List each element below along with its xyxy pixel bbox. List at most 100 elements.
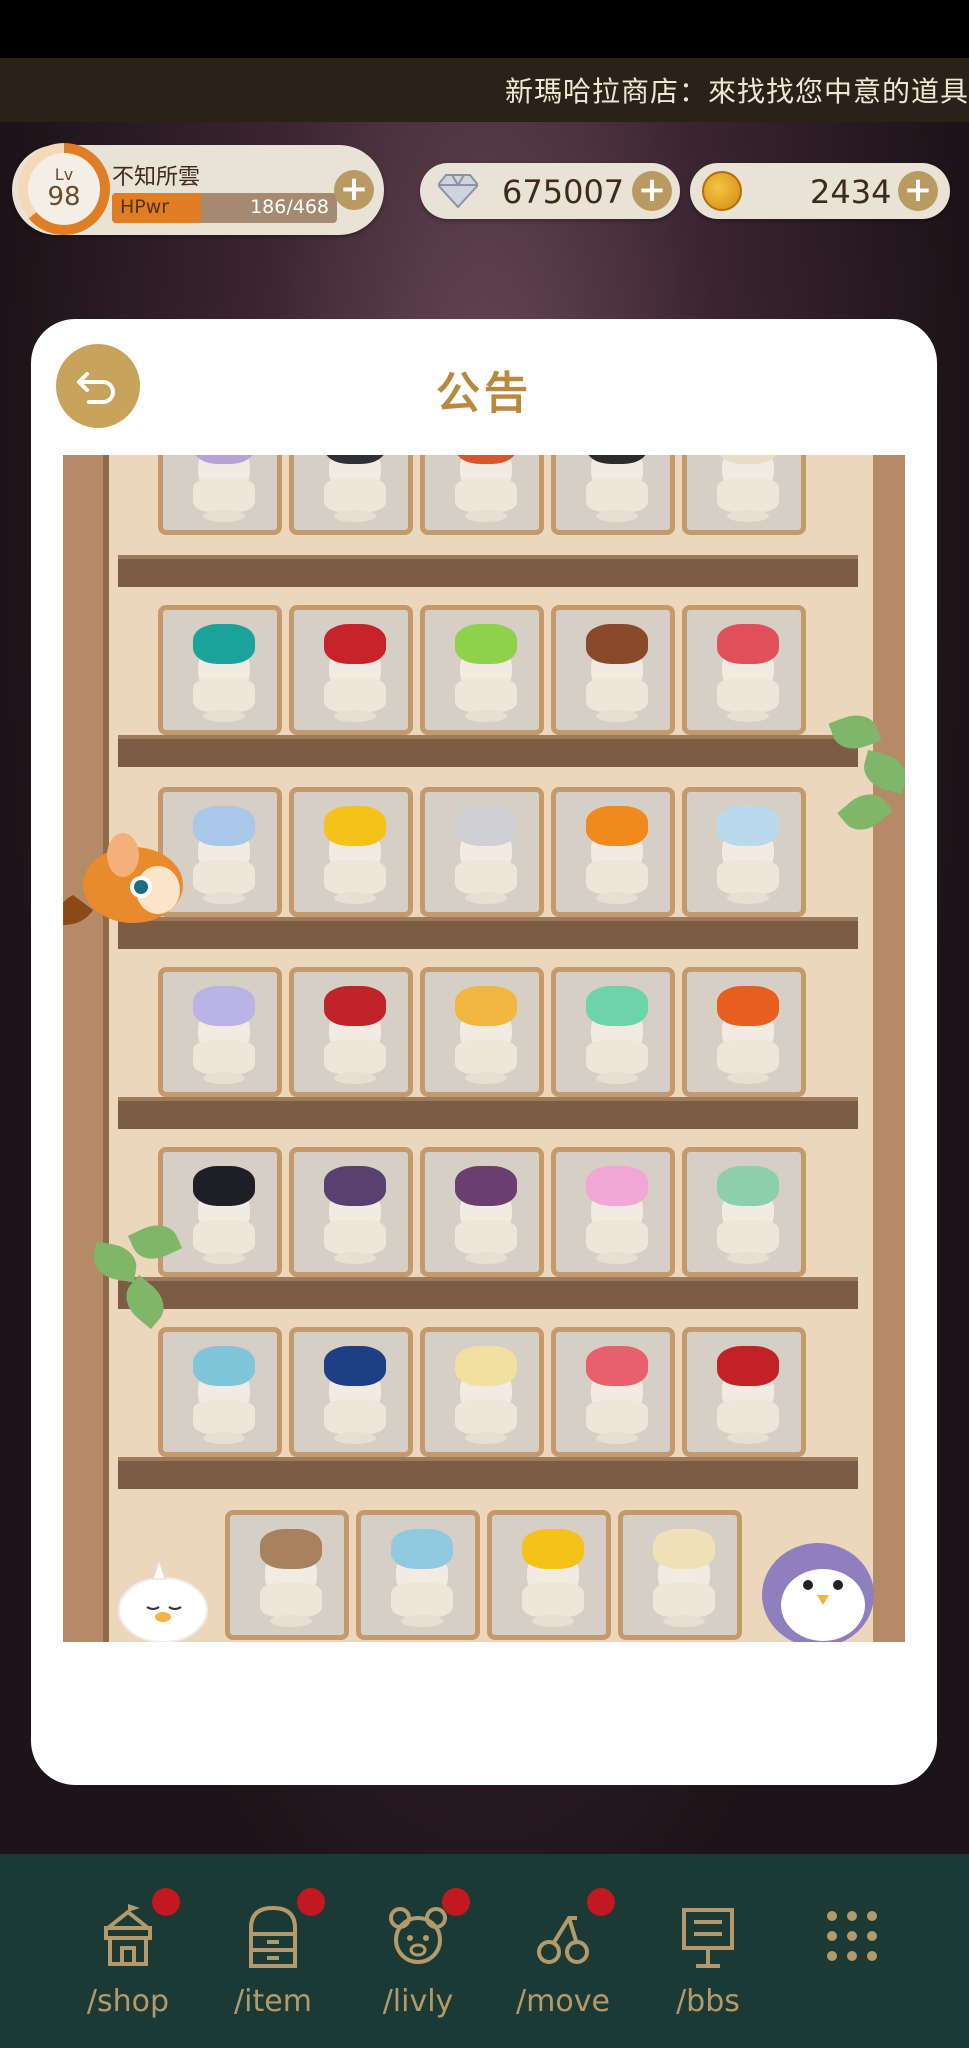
pet-figure [324, 1346, 386, 1386]
add-coins-button[interactable]: + [898, 171, 938, 211]
pedestal [455, 860, 517, 894]
pedestal [193, 1220, 255, 1254]
pet-display-box [618, 1510, 742, 1640]
shelf-plank [118, 1097, 858, 1129]
nav-shop[interactable]: /shop [58, 1884, 198, 2024]
pet-figure [260, 1529, 322, 1569]
pet-display-box [420, 455, 544, 535]
pet-figure [455, 806, 517, 846]
pet-display-box [682, 967, 806, 1097]
nav-livly-label: /livly [382, 1984, 454, 2019]
pedestal-base [203, 1072, 245, 1084]
pet-figure [324, 624, 386, 664]
pet-figure [324, 806, 386, 846]
pedestal-base [270, 1615, 312, 1627]
pet-figure [717, 1346, 779, 1386]
pedestal-base [465, 1252, 507, 1264]
pedestal [586, 1040, 648, 1074]
pedestal-base [203, 710, 245, 722]
pet-figure [717, 624, 779, 664]
pet-display-box [289, 1327, 413, 1457]
pet-display-box [225, 1510, 349, 1640]
pet-display-box [682, 1327, 806, 1457]
notification-badge [152, 1888, 180, 1916]
pedestal-base [334, 510, 376, 522]
pedestal [455, 478, 517, 512]
move-icon [537, 1916, 589, 1964]
pedestal [586, 860, 648, 894]
pedestal-base [727, 892, 769, 904]
pedestal-base [465, 510, 507, 522]
pedestal-base [203, 1432, 245, 1444]
penguin-critter-image [762, 1543, 874, 1642]
level-number: 98 [47, 182, 81, 212]
pedestal-base [334, 892, 376, 904]
nav-shop-label: /shop [86, 1984, 170, 2019]
nav-move[interactable]: /move [493, 1884, 633, 2024]
notification-badge [442, 1888, 470, 1916]
pedestal [391, 1583, 453, 1617]
pedestal-base [401, 1615, 443, 1627]
cabinet-left-edge [103, 455, 109, 1642]
pedestal-base [334, 710, 376, 722]
pedestal [586, 1400, 648, 1434]
pedestal [324, 860, 386, 894]
pet-display-box [158, 605, 282, 735]
nav-bbs-label: /bbs [676, 1984, 740, 2019]
shelf-plank [118, 917, 858, 949]
pedestal-base [203, 510, 245, 522]
pet-figure [586, 806, 648, 846]
player-card[interactable]: Lv 98 不知所雲 HPwr 186/468 + [12, 143, 384, 235]
pet-display-box [356, 1510, 480, 1640]
pedestal-base [465, 1072, 507, 1084]
add-hp-button[interactable]: + [334, 170, 374, 210]
bottom-nav: /shop /item /livly /move /bbs [0, 1854, 969, 2048]
pedestal-base [727, 1432, 769, 1444]
level-ring: Lv 98 [18, 143, 110, 235]
pet-figure [653, 1529, 715, 1569]
pedestal [586, 1220, 648, 1254]
pet-display-box [289, 1147, 413, 1277]
player-name: 不知所雲 [112, 165, 201, 190]
nav-livly[interactable]: /livly [348, 1884, 488, 2024]
shop-tent-icon [104, 1904, 152, 1966]
add-gems-button[interactable]: + [632, 171, 672, 211]
pedestal [455, 1220, 517, 1254]
announcement-marquee: 新瑪哈拉商店：來找找您中意的道具 [0, 58, 969, 122]
hp-label: HPwr [120, 196, 170, 218]
pet-figure [455, 624, 517, 664]
pedestal-base [203, 1252, 245, 1264]
nav-more[interactable] [782, 1884, 922, 2024]
pedestal [586, 678, 648, 712]
pet-display-box [289, 605, 413, 735]
shelf-plank [118, 555, 858, 587]
nav-bbs[interactable]: /bbs [638, 1884, 778, 2024]
livly-face-icon [389, 1907, 447, 1964]
pedestal-base [596, 710, 638, 722]
pet-figure [455, 1346, 517, 1386]
pet-display-box [289, 787, 413, 917]
signboard-icon [682, 1908, 734, 1968]
coin-amount: 2434 [810, 173, 892, 211]
pedestal [717, 478, 779, 512]
pet-display-box [158, 455, 282, 535]
pedestal [193, 1040, 255, 1074]
coin-icon [702, 171, 742, 211]
pedestal [324, 678, 386, 712]
pet-figure [324, 986, 386, 1026]
pedestal [455, 1400, 517, 1434]
pet-display-box [682, 455, 806, 535]
pet-display-box [289, 455, 413, 535]
pedestal [522, 1583, 584, 1617]
pedestal-base [596, 1432, 638, 1444]
pedestal-base [203, 892, 245, 904]
pet-display-box [682, 787, 806, 917]
pet-figure [193, 1346, 255, 1386]
shelf-plank [118, 735, 858, 767]
nav-item[interactable]: /item [203, 1884, 343, 2024]
drawer-icon [249, 1905, 297, 1968]
level-label: Lv [54, 165, 74, 184]
pet-display-box [551, 1327, 675, 1457]
pet-display-box [420, 605, 544, 735]
pedestal [324, 1400, 386, 1434]
